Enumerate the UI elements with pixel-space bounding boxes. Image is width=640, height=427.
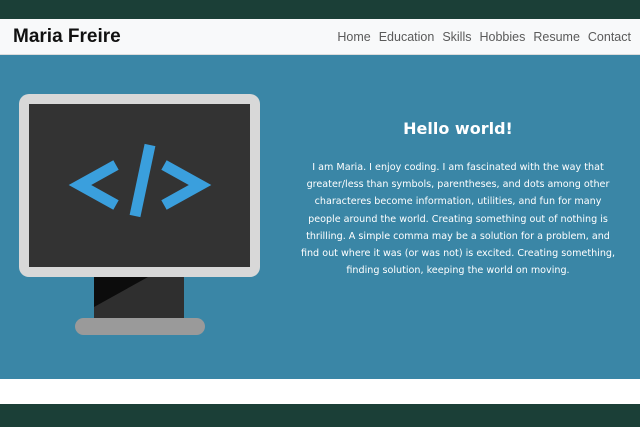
nav-link-contact[interactable]: Contact	[588, 30, 631, 44]
nav-links: Home Education Skills Hobbies Resume Con…	[337, 30, 631, 44]
white-strip	[0, 379, 640, 404]
nav-link-hobbies[interactable]: Hobbies	[479, 30, 525, 44]
hero-text: Hello world! I am Maria. I enjoy coding.…	[298, 119, 618, 279]
brand-link[interactable]: Maria Freire	[13, 26, 121, 48]
nav-link-education[interactable]: Education	[379, 30, 435, 44]
nav-link-home[interactable]: Home	[337, 30, 370, 44]
top-strip	[0, 0, 640, 19]
nav-link-skills[interactable]: Skills	[442, 30, 471, 44]
monitor-base	[75, 318, 205, 335]
monitor-code-icon	[19, 94, 260, 335]
hero-body: I am Maria. I enjoy coding. I am fascina…	[300, 162, 616, 277]
nav-link-resume[interactable]: Resume	[533, 30, 580, 44]
navbar: Maria Freire Home Education Skills Hobbi…	[0, 19, 640, 55]
hero-section: Hello world! I am Maria. I enjoy coding.…	[0, 55, 640, 379]
hero-title: Hello world!	[403, 119, 513, 138]
bottom-strip	[0, 404, 640, 427]
